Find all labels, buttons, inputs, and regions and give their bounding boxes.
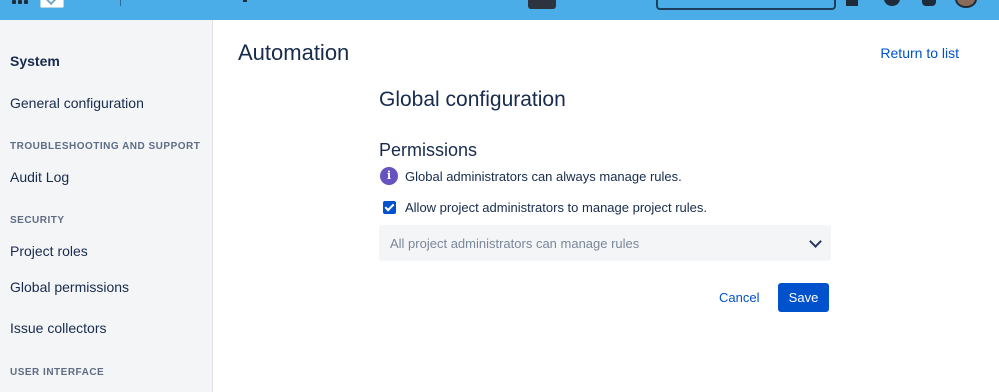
- topbar-divider: [120, 0, 121, 6]
- project-admins-select-value: All project administrators can manage ru…: [390, 235, 640, 251]
- sidebar-section-troubleshooting: TROUBLESHOOTING AND SUPPORT: [10, 141, 201, 152]
- sidebar: System General configuration TROUBLESHOO…: [0, 20, 213, 392]
- user-avatar[interactable]: [955, 0, 977, 8]
- allow-project-admins-option[interactable]: Allow project administrators to manage p…: [383, 200, 707, 215]
- logo-icon[interactable]: [40, 0, 64, 8]
- global-configuration-heading: Global configuration: [379, 88, 566, 111]
- page-title: Automation: [238, 40, 350, 65]
- settings-gear-icon[interactable]: [922, 0, 936, 6]
- notifications-bell-icon[interactable]: [846, 0, 858, 6]
- info-icon: i: [380, 167, 398, 185]
- sidebar-item-general-configuration[interactable]: General configuration: [10, 95, 144, 111]
- sidebar-section-user-interface: USER INTERFACE: [10, 367, 105, 378]
- apps-grid-icon[interactable]: [12, 0, 28, 6]
- sidebar-item-project-roles[interactable]: Project roles: [10, 243, 88, 259]
- chevron-down-icon[interactable]: [809, 235, 822, 248]
- project-admins-select[interactable]: All project administrators can manage ru…: [379, 225, 831, 261]
- info-text: Global administrators can always manage …: [405, 168, 682, 184]
- return-to-list-link[interactable]: Return to list: [880, 45, 959, 61]
- sidebar-section-security: SECURITY: [10, 215, 65, 226]
- search-input[interactable]: [656, 0, 836, 10]
- save-button[interactable]: Save: [778, 283, 829, 312]
- sidebar-item-audit-log[interactable]: Audit Log: [10, 169, 69, 185]
- sidebar-item-global-permissions[interactable]: Global permissions: [10, 279, 129, 295]
- cancel-button[interactable]: Cancel: [708, 283, 770, 312]
- topbar-dropdown-icon[interactable]: [243, 0, 247, 2]
- top-navigation-bar: [0, 0, 999, 20]
- info-message: i Global administrators can always manag…: [380, 167, 682, 185]
- sidebar-item-issue-collectors[interactable]: Issue collectors: [10, 320, 106, 336]
- permissions-heading: Permissions: [379, 140, 478, 160]
- allow-project-admins-label[interactable]: Allow project administrators to manage p…: [405, 200, 707, 215]
- sidebar-title: System: [10, 53, 60, 69]
- help-icon[interactable]: [884, 0, 900, 6]
- create-button[interactable]: [528, 0, 556, 9]
- allow-project-admins-checkbox[interactable]: [383, 201, 396, 214]
